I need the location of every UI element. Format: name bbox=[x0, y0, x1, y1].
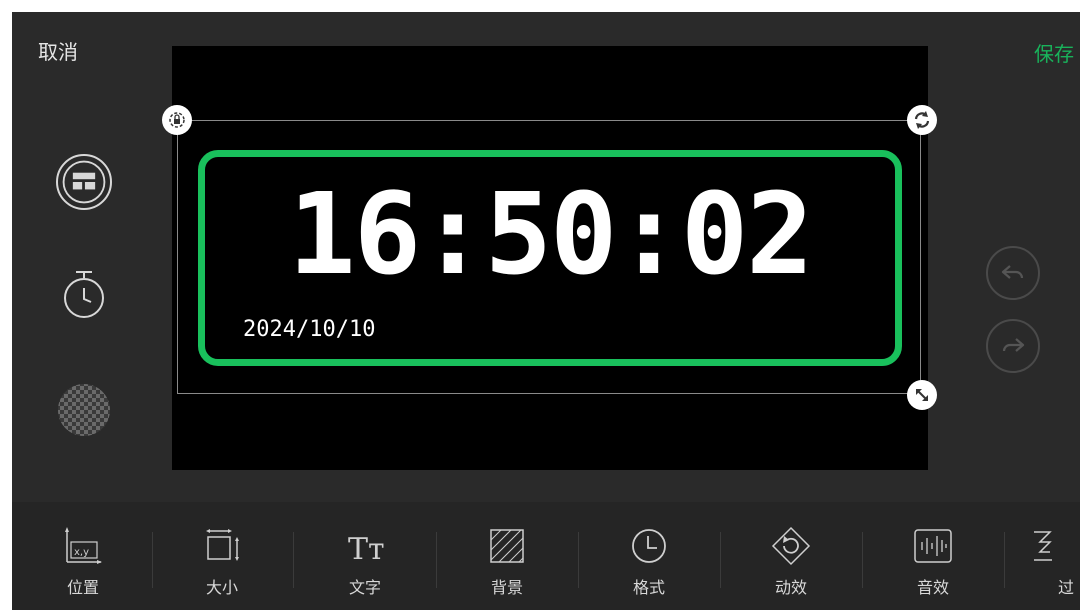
toolbar-label-size: 大小 bbox=[205, 578, 238, 597]
toolbar-item-position[interactable]: x,y 位置 bbox=[18, 502, 148, 610]
toolbar-item-background[interactable]: 背景 bbox=[442, 502, 572, 610]
toolbar-item-animation[interactable]: 动效 bbox=[726, 502, 856, 610]
layout-button[interactable] bbox=[56, 154, 112, 210]
animation-icon bbox=[771, 526, 811, 566]
bottom-toolbar: x,y 位置 大小 Tт 文字 背景 格式 动效 音效 过 bbox=[12, 502, 1080, 610]
undo-button[interactable] bbox=[986, 246, 1040, 300]
toolbar-divider bbox=[862, 532, 863, 588]
toolbar-item-format[interactable]: 格式 bbox=[584, 502, 714, 610]
redo-button[interactable] bbox=[986, 319, 1040, 373]
position-icon-label: x,y bbox=[74, 547, 89, 558]
lock-icon bbox=[169, 112, 185, 128]
size-icon bbox=[206, 529, 239, 561]
editor-app: 取消 保存 16:50:02 2024/10/10 x,y 位置 大小 Tт 文… bbox=[12, 12, 1080, 610]
toolbar-divider bbox=[293, 532, 294, 588]
toolbar-divider bbox=[720, 532, 721, 588]
save-button[interactable]: 保存 bbox=[1034, 38, 1074, 67]
toolbar-label-sound: 音效 bbox=[916, 578, 949, 597]
timer-icon bbox=[64, 271, 104, 318]
redo-icon bbox=[1002, 338, 1025, 352]
lock-handle[interactable] bbox=[162, 105, 192, 135]
toolbar-label-position: 位置 bbox=[66, 578, 99, 597]
transparency-icon bbox=[58, 384, 110, 436]
clock-widget[interactable]: 16:50:02 2024/10/10 bbox=[198, 150, 902, 366]
text-icon-label: Tт bbox=[348, 532, 385, 566]
rotate-handle[interactable] bbox=[907, 105, 937, 135]
resize-icon bbox=[916, 389, 928, 401]
transition-icon bbox=[1034, 531, 1052, 561]
toolbar-label-text: 文字 bbox=[348, 578, 381, 597]
toolbar-divider bbox=[436, 532, 437, 588]
position-icon: x,y bbox=[65, 527, 102, 564]
toolbar-label-format: 格式 bbox=[632, 578, 665, 597]
toolbar-item-sound[interactable]: 音效 bbox=[868, 502, 998, 610]
toolbar-label-background: 背景 bbox=[490, 578, 523, 597]
timer-button[interactable] bbox=[56, 266, 112, 322]
background-icon bbox=[490, 529, 524, 563]
toolbar-divider bbox=[578, 532, 579, 588]
clock-date: 2024/10/10 bbox=[243, 317, 376, 342]
sound-icon bbox=[914, 529, 952, 563]
toolbar-item-text[interactable]: Tт 文字 bbox=[300, 502, 430, 610]
clock-time: 16:50:02 bbox=[288, 170, 813, 300]
undo-icon bbox=[1001, 265, 1024, 279]
layout-icon bbox=[62, 160, 106, 204]
toolbar-label-transition: 过 bbox=[1058, 578, 1075, 597]
resize-handle[interactable] bbox=[907, 380, 937, 410]
text-icon: Tт bbox=[348, 532, 385, 566]
toolbar-item-transition[interactable]: 过 bbox=[1016, 502, 1080, 610]
toolbar-divider bbox=[152, 532, 153, 588]
toolbar-item-size[interactable]: 大小 bbox=[157, 502, 287, 610]
toolbar-divider bbox=[1004, 532, 1005, 588]
clock-format-icon bbox=[632, 529, 666, 563]
rotate-icon bbox=[914, 111, 930, 129]
transparency-button[interactable] bbox=[56, 382, 112, 438]
toolbar-label-animation: 动效 bbox=[774, 578, 807, 597]
cancel-button[interactable]: 取消 bbox=[38, 36, 78, 65]
